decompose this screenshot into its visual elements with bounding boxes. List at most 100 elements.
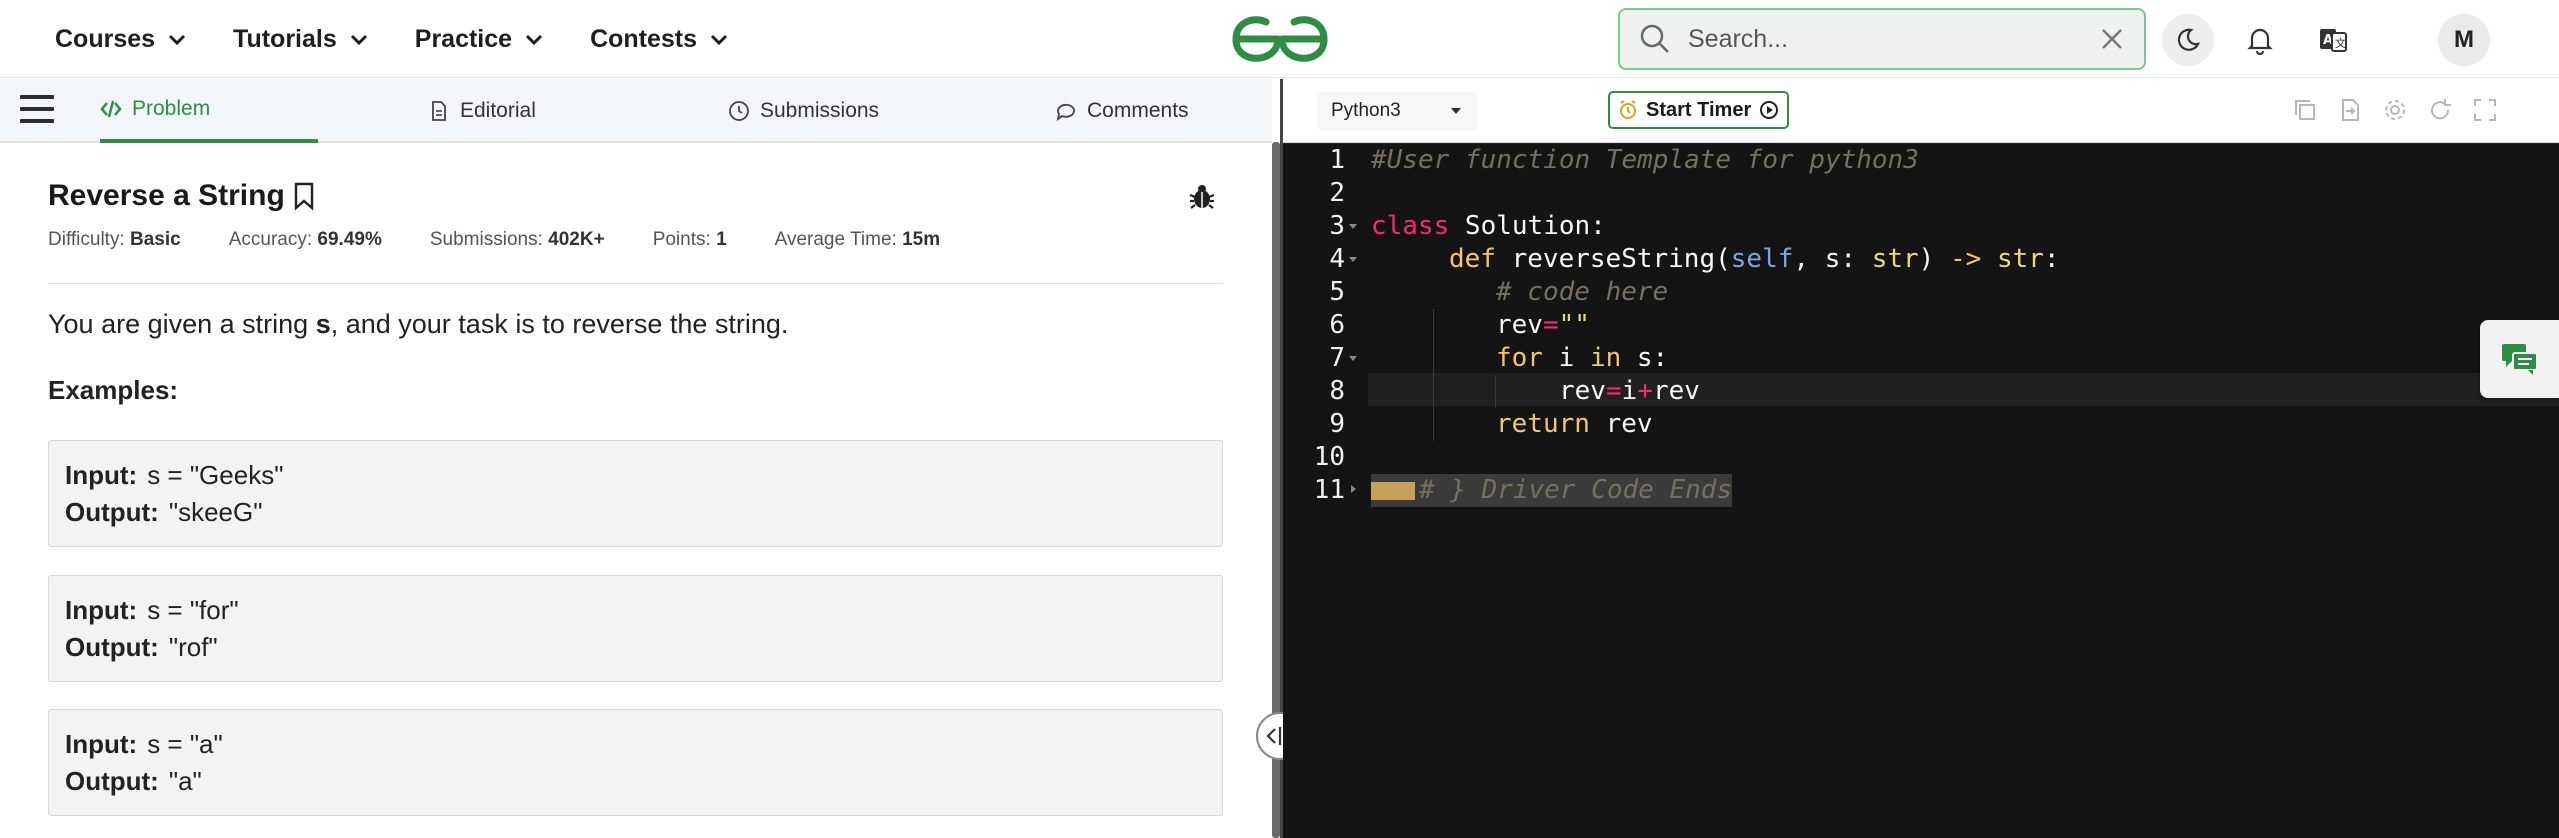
nav-contests[interactable]: Contests [590,25,729,54]
input-label: Input: [65,460,138,490]
gear-icon[interactable] [2382,97,2408,123]
close-icon[interactable] [2098,25,2126,53]
nav-courses[interactable]: Courses [55,25,187,54]
line-number: 8 [1329,376,1345,406]
line-number: 6 [1329,310,1345,340]
line-number: 9 [1329,409,1345,439]
code-line-1: #User function Template for python3 [1371,144,1919,177]
input-value: s = "for" [147,595,239,625]
example-input: Input: s = "a" [65,726,1206,763]
code-keyword: in [1589,343,1622,373]
statement-variable: s [315,309,331,339]
avg-time-value: 15m [902,229,941,250]
translate-button[interactable]: A文 [2307,14,2359,66]
submissions-label: Submissions: [429,229,543,250]
bell-icon [2247,28,2273,55]
brand-logo[interactable] [1228,12,1332,66]
examples-heading: Examples: [48,375,179,405]
code-comment: # code here [1496,277,1669,307]
example-box: Input: s = "for" Output: "rof" [48,575,1223,682]
statement-text: , and your task is to reverse the string… [330,309,789,339]
code-text: rev [1559,376,1606,406]
code-text: Solution: [1449,211,1606,241]
tab-submissions[interactable]: Submissions [728,79,879,143]
code-text: rev [1589,409,1653,439]
meta-accuracy: Accuracy: 69.49% [229,229,382,251]
code-editor[interactable]: 1 2 3 4 5 6 7 8 9 10 11 #User function T… [1283,144,2559,838]
tab-editorial[interactable]: Editorial [428,79,536,143]
code-text: ) [1918,244,1950,274]
reset-icon[interactable] [2427,97,2453,123]
search-box[interactable] [1618,8,2146,70]
code-keyword: return [1496,409,1590,439]
search-icon [1640,24,1669,53]
code-line-5: # code here [1496,276,1668,309]
nav-tutorials[interactable]: Tutorials [233,25,369,54]
meta-difficulty: Difficulty: Basic [48,229,181,251]
code-keyword: def [1449,244,1496,274]
problem-panel: Problem Editorial Submissions Comments R… [0,79,1272,838]
play-circle-icon [1760,101,1779,119]
bug-icon[interactable] [1186,181,1218,213]
avg-time-label: Average Time: [774,229,897,250]
menu-icon[interactable] [20,95,54,125]
notifications-button[interactable] [2234,14,2286,66]
theme-toggle-button[interactable] [2162,14,2214,66]
code-text: reverseString( [1495,244,1731,274]
code-text: rev [1652,376,1700,406]
line-number: 3 [1329,211,1345,241]
editor-panel: Python3 Start Timer 1 2 3 4 5 6 7 8 9 10… [1283,79,2559,838]
folded-code-marker[interactable] [1371,481,1415,500]
nav-courses-label: Courses [55,24,156,53]
copy-icon[interactable] [2292,97,2318,123]
code-line-6: rev="" [1496,309,1590,342]
unfold-arrow-icon[interactable] [1351,485,1356,493]
problem-statement: You are given a string s, and your task … [48,309,788,340]
line-number: 10 [1313,442,1345,472]
fullscreen-icon[interactable] [2472,97,2498,123]
submissions-value: 402K+ [548,229,605,250]
code-keyword: class [1371,211,1450,241]
input-label: Input: [65,729,138,759]
fold-arrow-icon[interactable] [1349,356,1357,361]
nav-practice-label: Practice [414,24,513,53]
code-icon [100,100,122,118]
code-type: str [1996,244,2044,274]
fold-arrow-icon[interactable] [1349,257,1357,262]
output-value: "rof" [168,632,218,662]
language-select[interactable]: Python3 [1317,92,1477,130]
tab-comments[interactable]: Comments [1055,79,1189,143]
start-timer-button[interactable]: Start Timer [1608,91,1790,129]
meta-avg-time: Average Time: 15m [775,229,940,251]
code-line-4: def reverseString(self, s: str) -> str: [1449,243,2060,276]
avatar[interactable]: M [2438,14,2490,66]
example-box: Input: s = "Geeks" Output: "skeeG" [48,440,1223,547]
problem-title: Reverse a String [48,179,317,213]
tab-comments-label: Comments [1087,99,1189,122]
tab-problem[interactable]: Problem [100,79,318,143]
code-keyword: for [1496,343,1543,373]
example-output: Output: "rof" [65,629,1206,666]
bookmark-icon[interactable] [291,181,317,211]
language-select-value: Python3 [1331,100,1401,121]
file-import-icon[interactable] [2337,97,2363,123]
problem-tabs: Problem Editorial Submissions Comments [0,79,1272,143]
code-line-9: return rev [1496,408,1653,441]
chevron-down-icon [710,34,728,46]
example-box: Input: s = "a" Output: "a" [48,709,1223,816]
search-input[interactable] [1688,24,2098,54]
accuracy-label: Accuracy: [228,229,313,250]
points-label: Points: [652,229,711,250]
chat-button[interactable] [2480,320,2559,398]
code-line-8: rev=i+rev [1559,375,1700,408]
editor-toolbar: Python3 Start Timer [1283,79,2559,143]
problem-title-text: Reverse a String [48,179,285,212]
nav-practice[interactable]: Practice [415,25,544,54]
line-number: 11 [1313,475,1345,505]
code-text: i [1542,343,1590,373]
output-value: "skeeG" [168,497,263,527]
fold-arrow-icon[interactable] [1349,224,1357,229]
code-type: str [1871,244,1919,274]
clock-icon [729,101,749,121]
